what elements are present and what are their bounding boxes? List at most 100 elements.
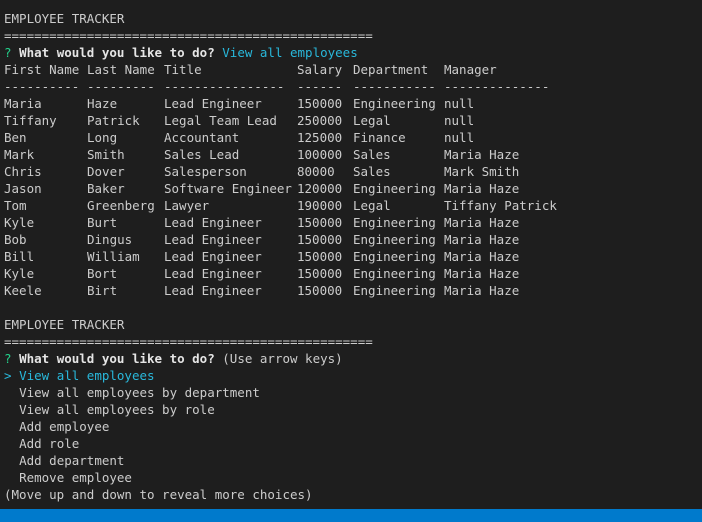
cell-title: Sales Lead	[164, 147, 240, 162]
dash-cell: ------	[297, 79, 343, 94]
menu-item-indent	[4, 436, 19, 451]
dash-cell: --------------	[444, 79, 550, 94]
cell-first-name: Mark	[4, 147, 35, 162]
menu-item[interactable]: Add department	[4, 452, 702, 469]
cell-last-name: Dingus	[87, 232, 133, 247]
menu-item-indent	[4, 453, 19, 468]
cell-title: Salesperson	[164, 164, 247, 179]
dash-cell: ----------------	[164, 79, 285, 94]
app-title: EMPLOYEE TRACKER	[4, 11, 125, 26]
header-title: Title	[164, 62, 202, 77]
prompt-question: What would you like to do?	[19, 45, 215, 60]
cell-salary: 150000	[297, 232, 343, 247]
dash-cell: -----------	[353, 79, 436, 94]
prompt-question-mark: ?	[4, 45, 12, 60]
cell-first-name: Kyle	[4, 215, 35, 230]
cell-first-name: Bob	[4, 232, 27, 247]
table-row: Mark Smith Sales Lead 100000 Sales Maria Haze	[4, 146, 702, 163]
cell-salary: 125000	[297, 130, 343, 145]
cell-salary: 100000	[297, 147, 343, 162]
cell-manager: Tiffany Patrick	[444, 198, 557, 213]
table-row: Chris Dover Salesperson 80000 Sales Mark Smit…	[4, 163, 702, 180]
menu-item[interactable]: Add role	[4, 435, 702, 452]
prompt-answer: View all employees	[222, 45, 358, 60]
cell-title: Lead Engineer	[164, 283, 262, 298]
cell-salary: 150000	[297, 266, 343, 281]
cell-last-name: Patrick	[87, 113, 140, 128]
cell-department: Finance	[353, 130, 406, 145]
menu-item-indent	[4, 402, 19, 417]
cell-manager: null	[444, 130, 475, 145]
cell-title: Accountant	[164, 130, 240, 145]
title-separator: ========================================…	[4, 28, 373, 43]
cell-title: Lead Engineer	[164, 266, 262, 281]
dash-cell: ---------	[87, 79, 155, 94]
menu-item-label: Add role	[19, 436, 80, 451]
header-salary: Salary	[297, 62, 343, 77]
cell-first-name: Tiffany	[4, 113, 57, 128]
table-body: Maria Haze Lead Engineer 150000 Engineering n…	[4, 95, 702, 299]
cell-last-name: William	[87, 249, 140, 264]
cell-last-name: Greenberg	[87, 198, 155, 213]
table-row: Bill William Lead Engineer 150000 Engineerin…	[4, 248, 702, 265]
cell-first-name: Keele	[4, 283, 42, 298]
cell-last-name: Haze	[87, 96, 118, 111]
menu-item[interactable]: Remove employee	[4, 469, 702, 486]
menu-item-label: View all employees by role	[19, 402, 215, 417]
cell-manager: null	[444, 113, 475, 128]
terminal-output[interactable]: EMPLOYEE TRACKER =======================…	[0, 0, 702, 509]
header-last-name: Last Name	[87, 62, 155, 77]
dash-cell: ----------	[4, 79, 80, 94]
cell-first-name: Bill	[4, 249, 35, 264]
cell-title: Legal Team Lead	[164, 113, 277, 128]
menu-item-label: Add department	[19, 453, 125, 468]
menu-item-indent	[4, 419, 19, 434]
cell-title: Software Engineer	[164, 181, 292, 196]
menu-item[interactable]: View all employees by department	[4, 384, 702, 401]
cell-first-name: Tom	[4, 198, 27, 213]
table-header-row: First Name Last Name Title Salary Depart…	[4, 61, 702, 78]
cell-department: Engineering	[353, 215, 436, 230]
status-bar	[0, 509, 702, 522]
cell-department: Engineering	[353, 96, 436, 111]
table-dash-row: ---------- --------- ---------------- --…	[4, 78, 702, 95]
title-separator-repeat: ========================================…	[4, 334, 373, 349]
menu-list: View all employees by department View al…	[4, 384, 702, 486]
prompt-question: What would you like to do?	[19, 351, 215, 366]
prompt-hint: (Use arrow keys)	[222, 351, 343, 366]
cell-first-name: Jason	[4, 181, 42, 196]
header-first-name: First Name	[4, 62, 80, 77]
menu-item-label: View all employees	[19, 368, 155, 383]
cell-manager: Maria Haze	[444, 249, 520, 264]
cell-department: Engineering	[353, 283, 436, 298]
cell-salary: 150000	[297, 249, 343, 264]
table-row: Keele Birt Lead Engineer 150000 Engineering M…	[4, 282, 702, 299]
cell-first-name: Kyle	[4, 266, 35, 281]
menu-item[interactable]: View all employees by role	[4, 401, 702, 418]
menu-item-selected[interactable]: > View all employees	[4, 367, 702, 384]
menu-item-label: Remove employee	[19, 470, 132, 485]
cell-title: Lead Engineer	[164, 232, 262, 247]
app-title-repeat: EMPLOYEE TRACKER	[4, 317, 125, 332]
cell-manager: Maria Haze	[444, 266, 520, 281]
cell-department: Sales	[353, 164, 391, 179]
cell-last-name: Long	[87, 130, 118, 145]
cell-salary: 150000	[297, 96, 343, 111]
menu-item-indent	[4, 385, 19, 400]
header-department: Department	[353, 62, 429, 77]
table-row: Bob Dingus Lead Engineer 150000 Engineering M…	[4, 231, 702, 248]
table-row: Kyle Burt Lead Engineer 150000 Engineering Ma…	[4, 214, 702, 231]
cell-manager: Maria Haze	[444, 283, 520, 298]
menu-item[interactable]: Add employee	[4, 418, 702, 435]
cell-department: Engineering	[353, 181, 436, 196]
cell-first-name: Chris	[4, 164, 42, 179]
cell-title: Lead Engineer	[164, 96, 262, 111]
cell-salary: 120000	[297, 181, 343, 196]
cell-department: Engineering	[353, 232, 436, 247]
prompt-line-active: ? What would you like to do? (Use arrow …	[4, 350, 702, 367]
cell-last-name: Burt	[87, 215, 118, 230]
cell-department: Sales	[353, 147, 391, 162]
cell-manager: Maria Haze	[444, 215, 520, 230]
cell-department: Engineering	[353, 249, 436, 264]
